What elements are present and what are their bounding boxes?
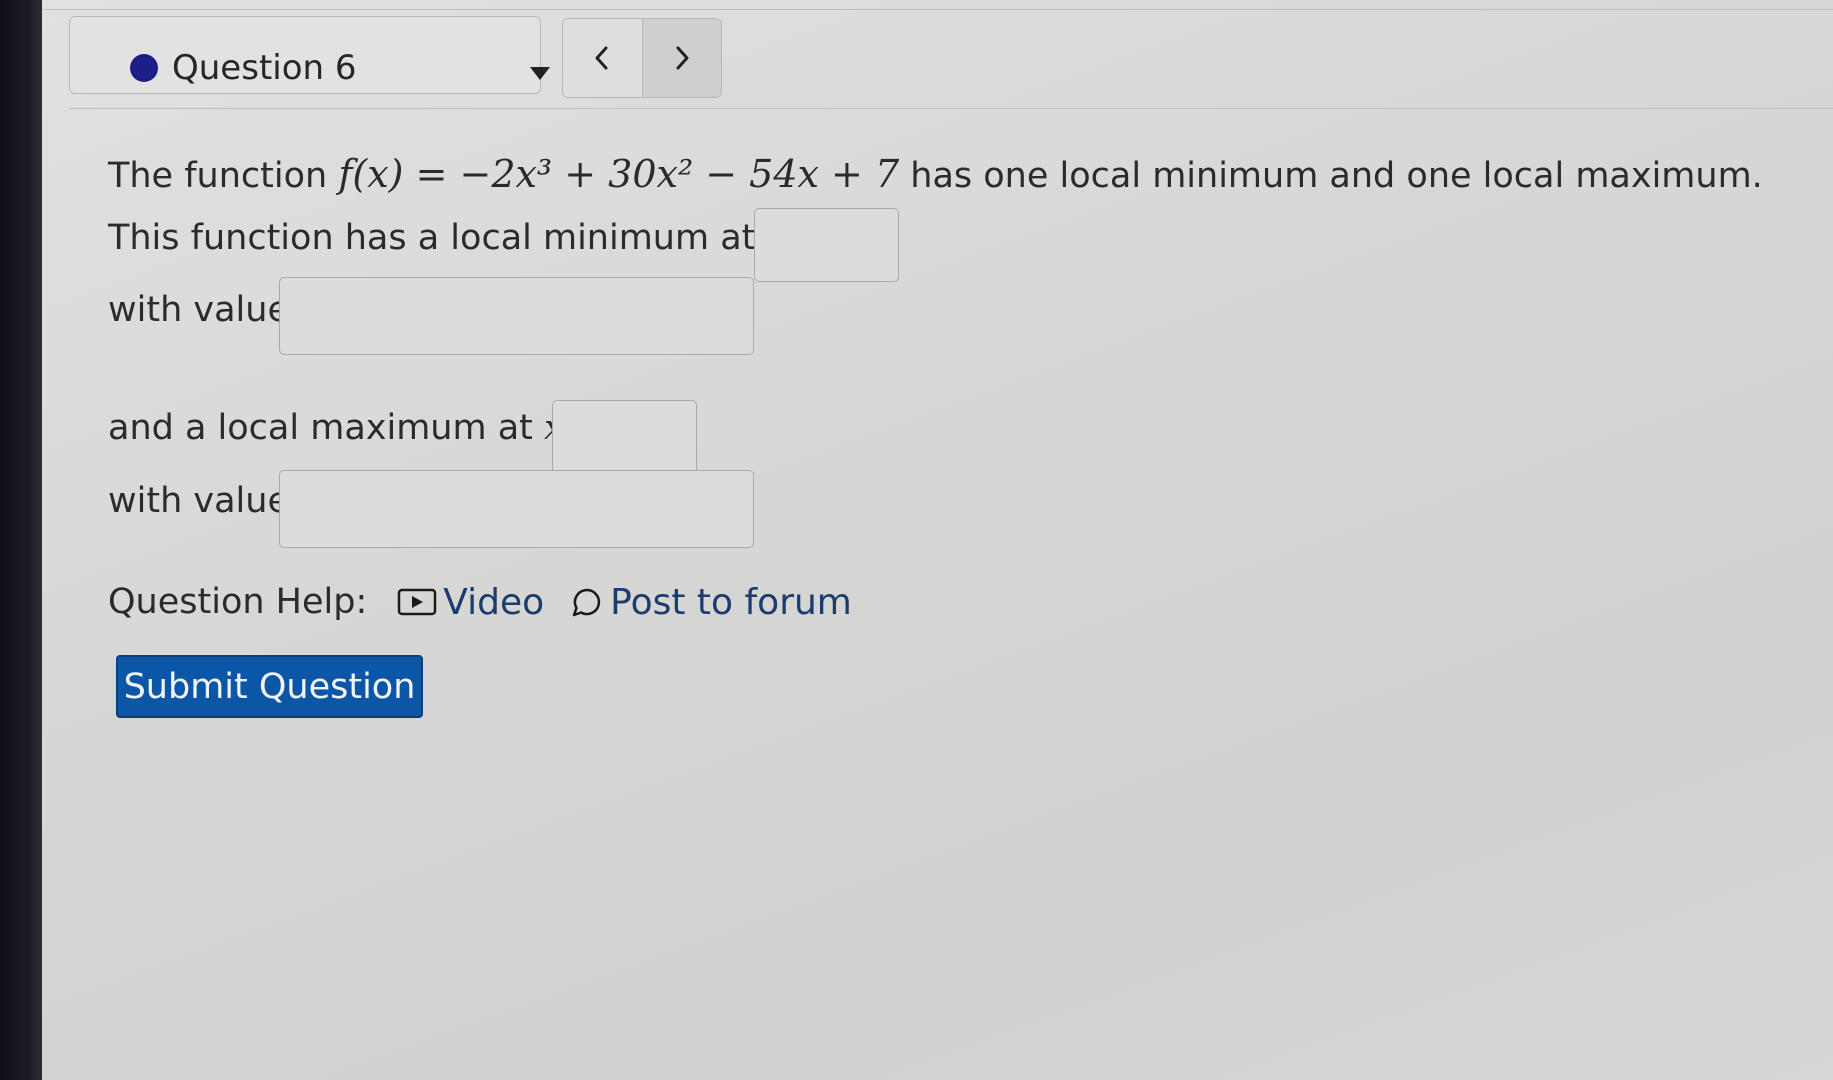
header-divider — [69, 108, 1833, 109]
question-help: Question Help: Video Post to forum — [108, 574, 852, 630]
next-question-button[interactable] — [641, 19, 721, 97]
max-value-input[interactable] — [279, 470, 754, 548]
max-prompt: and a local maximum at — [108, 408, 533, 448]
video-play-icon — [398, 588, 437, 616]
question-intro: The function — [108, 156, 328, 196]
question-stem: The function f(x) = −2x³ + 30x² − 54x + … — [108, 152, 1763, 196]
min-x-input[interactable] — [754, 208, 899, 282]
speech-bubble-icon — [572, 588, 601, 617]
top-divider — [42, 9, 1833, 10]
chevron-left-icon — [595, 46, 608, 70]
max-x-input[interactable] — [552, 400, 697, 474]
video-link-label: Video — [443, 581, 545, 623]
max-prompt-line: and a local maximum at x = — [108, 408, 600, 448]
question-help-label: Question Help: — [108, 582, 368, 622]
monitor-bezel — [0, 0, 42, 1080]
question-nav — [562, 18, 722, 98]
submit-question-button[interactable]: Submit Question — [116, 655, 423, 718]
caret-down-icon — [530, 67, 550, 80]
with-value-label-1: with value — [108, 290, 289, 330]
post-to-forum-link[interactable]: Post to forum — [568, 582, 852, 623]
min-value-input[interactable] — [279, 277, 754, 355]
question-select[interactable]: Question 6 — [69, 16, 550, 94]
question-select-label: Question 6 — [172, 48, 357, 88]
function-expression: f(x) = −2x³ + 30x² − 54x + 7 — [338, 152, 900, 196]
with-value-label-2: with value — [108, 481, 289, 521]
chevron-right-icon — [676, 46, 689, 70]
video-link[interactable]: Video — [397, 582, 544, 623]
question-intro-suffix: has one local minimum and one local maxi… — [910, 156, 1763, 196]
min-prompt-line: This function has a local minimum at x = — [108, 218, 823, 258]
post-to-forum-label: Post to forum — [610, 581, 852, 623]
question-page: Question 6 The function f(x) = −2x³ + 30… — [42, 0, 1833, 1080]
status-dot-icon — [130, 54, 158, 82]
min-prompt: This function has a local minimum at — [108, 218, 756, 258]
previous-question-button[interactable] — [563, 19, 642, 97]
